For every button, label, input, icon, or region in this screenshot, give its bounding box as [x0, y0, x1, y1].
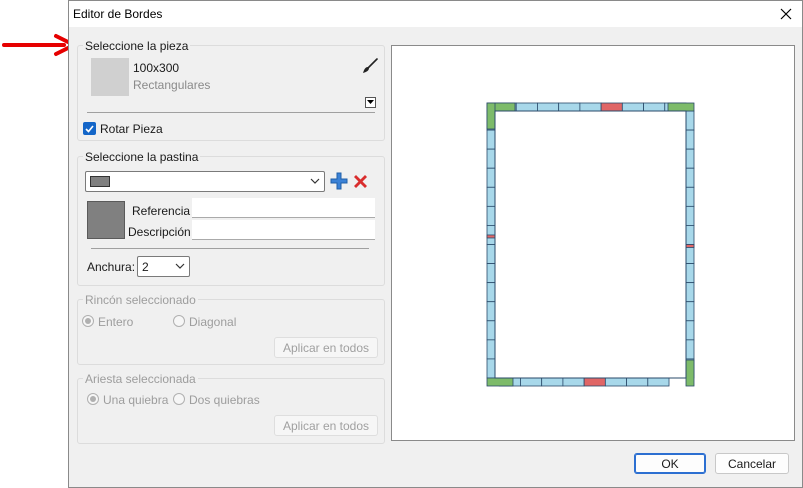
border-tile-right[interactable] [685, 148, 695, 169]
border-tile-right[interactable] [685, 110, 695, 131]
border-tile-left[interactable] [486, 148, 496, 169]
border-tile-left[interactable] [486, 167, 496, 188]
pastina-separator [91, 248, 369, 249]
chevron-down-icon [175, 263, 185, 269]
edge-una-quiebra-label: Una quiebra [103, 393, 169, 407]
piece-separator [87, 112, 375, 113]
border-tile-top[interactable] [579, 102, 602, 112]
corner-tile-top-left-v[interactable] [486, 102, 496, 130]
add-pastina-icon[interactable] [330, 172, 348, 190]
corner-diagonal-label: Diagonal [189, 315, 237, 329]
border-tile-left[interactable] [486, 320, 496, 341]
rotate-piece-label: Rotar Pieza [100, 122, 163, 136]
close-icon [780, 8, 792, 20]
pastina-swatch [87, 201, 125, 239]
title-bar: Editor de Bordes [69, 1, 802, 27]
reference-label: Referencia [132, 204, 191, 218]
piece-area [494, 110, 687, 379]
brush-icon[interactable] [361, 57, 379, 75]
border-tile-left[interactable] [486, 301, 496, 322]
check-icon [85, 124, 94, 133]
corner-apply-all-button[interactable]: Aplicar en todos [274, 337, 378, 358]
cancel-button[interactable]: Cancelar [715, 453, 789, 474]
border-preview-canvas[interactable] [392, 46, 794, 440]
border-tile-top[interactable] [600, 102, 623, 112]
close-button[interactable] [770, 1, 802, 27]
border-tile-left[interactable] [486, 244, 496, 264]
pastina-group-label: Seleccione la pastina [83, 150, 201, 164]
border-tile-bottom[interactable] [583, 377, 606, 387]
corner-tile-bottom-left[interactable] [486, 377, 514, 387]
corner-entero-radio[interactable] [82, 315, 94, 327]
border-tile-left[interactable] [486, 186, 496, 207]
border-tile-top[interactable] [537, 102, 560, 112]
border-tile-right[interactable] [685, 225, 695, 245]
corner-tile-top-right[interactable] [667, 102, 695, 112]
border-tile-left[interactable] [486, 129, 496, 150]
rotate-piece-checkbox[interactable] [83, 122, 96, 135]
border-editor-dialog: Editor de Bordes Seleccione la pieza 100… [68, 0, 803, 488]
delete-pastina-icon[interactable] [352, 173, 369, 190]
border-tiles [486, 102, 695, 387]
piece-size: 100x300 [133, 61, 180, 75]
piece-type: Rectangulares [133, 78, 211, 92]
border-tile-right[interactable] [685, 301, 695, 322]
dropdown-arrow-icon [367, 100, 374, 104]
description-label: Descripción [128, 225, 191, 239]
pastina-select-swatch [90, 176, 110, 187]
edge-dos-quiebras-label: Dos quiebras [189, 393, 260, 407]
border-tile-left[interactable] [486, 205, 496, 226]
edge-dos-quiebras-radio[interactable] [173, 393, 185, 405]
border-tile-left[interactable] [486, 282, 496, 303]
border-tile-left-marker[interactable] [486, 234, 496, 239]
border-tile-bottom[interactable] [626, 377, 649, 387]
border-tile-left[interactable] [486, 339, 496, 360]
width-select-value: 2 [142, 260, 149, 274]
border-tile-top[interactable] [558, 102, 581, 112]
piece-dropdown-button[interactable] [365, 97, 376, 108]
edge-una-quiebra-radio[interactable] [87, 393, 99, 405]
border-tile-right[interactable] [685, 205, 695, 226]
border-tile-top[interactable] [643, 102, 666, 112]
piece-group-label: Seleccione la pieza [83, 39, 191, 53]
dialog-title: Editor de Bordes [73, 7, 163, 21]
width-select[interactable]: 2 [137, 256, 190, 277]
chevron-down-icon [310, 178, 320, 184]
border-tile-bottom[interactable] [520, 377, 543, 387]
border-tile-bottom[interactable] [541, 377, 564, 387]
border-tile-bottom[interactable] [604, 377, 627, 387]
border-tile-right[interactable] [685, 339, 695, 360]
border-tile-right[interactable] [685, 282, 695, 303]
border-tile-right-marker[interactable] [685, 244, 695, 248]
border-tile-bottom[interactable] [647, 377, 670, 387]
corner-entero-label: Entero [98, 315, 134, 329]
border-tile-left[interactable] [486, 358, 496, 379]
border-tile-right[interactable] [685, 129, 695, 150]
border-tile-right[interactable] [685, 320, 695, 341]
border-tile-bottom[interactable] [562, 377, 585, 387]
border-tile-top[interactable] [515, 102, 538, 112]
corner-group-label: Rincón seleccionado [83, 293, 198, 307]
border-tile-right[interactable] [685, 186, 695, 207]
ok-button[interactable]: OK [634, 453, 706, 474]
reference-field[interactable] [192, 198, 375, 218]
border-tile-left[interactable] [486, 263, 496, 284]
piece-thumbnail [91, 58, 129, 96]
corner-diagonal-radio[interactable] [173, 315, 185, 327]
description-field[interactable] [192, 220, 375, 240]
border-tile-right[interactable] [685, 263, 695, 284]
corner-tile-bottom-right[interactable] [685, 359, 695, 387]
edge-apply-all-button[interactable]: Aplicar en todos [274, 415, 378, 436]
edge-group-label: Ariesta seleccionada [83, 372, 198, 386]
width-label: Anchura: [87, 260, 136, 274]
border-tile-right[interactable] [685, 167, 695, 188]
pastina-select[interactable] [85, 171, 325, 192]
border-preview-panel [391, 45, 795, 441]
border-tile-top[interactable] [621, 102, 644, 112]
